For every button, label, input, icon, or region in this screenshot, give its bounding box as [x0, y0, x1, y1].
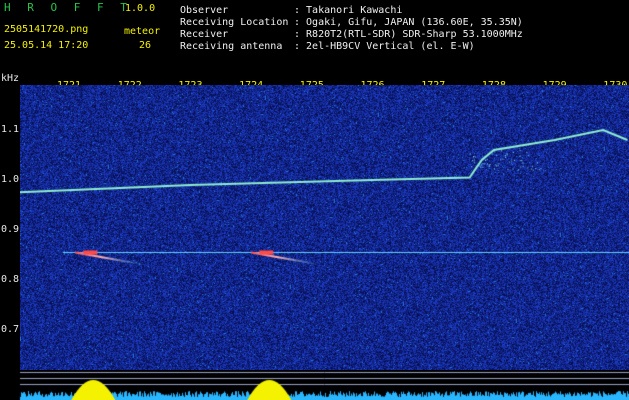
- y-tick-label: 0.8: [1, 274, 20, 285]
- location-value: : Ogaki, Gifu, JAPAN (136.60E, 35.35N): [294, 17, 523, 28]
- location-label: Receiving Location: [180, 17, 289, 28]
- observer-label: Observer: [180, 5, 229, 16]
- y-tick-label: 1.0: [1, 174, 20, 185]
- y-tick-label: 0.9: [1, 224, 20, 235]
- image-filename: 2505141720.png: [4, 24, 89, 35]
- app-version: 1.0.0: [125, 3, 156, 14]
- receiver-label: Receiver: [180, 29, 229, 40]
- hroft-screen: H R O F F T 1.0.0 2505141720.png 25.05.1…: [0, 0, 629, 400]
- observer-value: : Takanori Kawachi: [294, 5, 403, 16]
- antenna-value: : 2el-HB9CV Vertical (el. E-W): [294, 41, 475, 52]
- y-axis-unit: kHz: [1, 73, 20, 84]
- app-name: H R O F F T: [4, 1, 132, 14]
- y-tick-label: 1.1: [1, 124, 20, 135]
- meteor-count: 26: [139, 40, 152, 51]
- meteor-label: meteor: [124, 26, 161, 37]
- spectrogram: [20, 85, 629, 371]
- antenna-label: Receiving antenna: [180, 41, 283, 52]
- signal-level-strip: [0, 370, 629, 400]
- receiver-value: : R820T2(RTL-SDR) SDR-Sharp 53.1000MHz: [294, 29, 523, 40]
- capture-datetime: 25.05.14 17:20: [4, 40, 89, 51]
- y-tick-label: 0.7: [1, 324, 20, 335]
